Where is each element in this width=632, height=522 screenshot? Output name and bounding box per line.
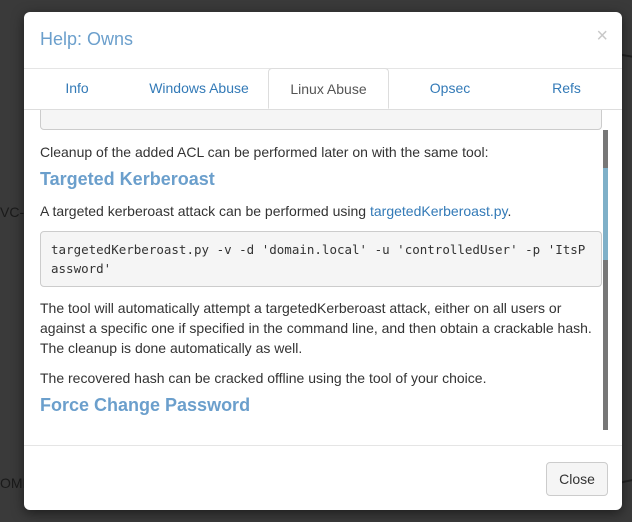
modal-body[interactable]: Cleanup of the added ACL can be performe… <box>24 110 622 444</box>
tab-refs[interactable]: Refs <box>511 68 622 109</box>
cleanup-paragraph: Cleanup of the added ACL can be performe… <box>40 144 489 160</box>
targeted-kerberoast-command: targetedKerberoast.py -v -d 'domain.loca… <box>40 231 602 287</box>
close-icon[interactable]: × <box>596 26 608 46</box>
tab-linux-abuse[interactable]: Linux Abuse <box>268 68 389 109</box>
modal-title: Help: Owns <box>40 29 134 49</box>
modal-footer: Close <box>24 445 622 510</box>
close-button[interactable]: Close <box>546 462 608 496</box>
tab-info[interactable]: Info <box>24 68 130 109</box>
targeted-intro-period: . <box>507 203 512 219</box>
modal-header: Help: Owns × <box>24 12 622 69</box>
content-scrollbar[interactable] <box>603 130 608 430</box>
recovered-hash-paragraph: The recovered hash can be cracked offlin… <box>40 370 487 386</box>
targeted-kerberoast-heading: Targeted Kerberoast <box>40 169 215 189</box>
help-modal: Help: Owns × Info Windows Abuse Linux Ab… <box>24 12 622 510</box>
tab-opsec[interactable]: Opsec <box>389 68 511 109</box>
auto-attack-paragraph: The tool will automatically attempt a ta… <box>40 300 592 356</box>
previous-code-block <box>40 110 602 130</box>
targeted-intro-text: A targeted kerberoast attack can be perf… <box>40 203 370 219</box>
scrollbar-thumb[interactable] <box>603 168 608 260</box>
targeted-intro-paragraph: A targeted kerberoast attack can be perf… <box>40 201 600 221</box>
targeted-kerberoast-link[interactable]: targetedKerberoast.py <box>370 203 508 219</box>
tab-windows-abuse[interactable]: Windows Abuse <box>130 68 268 109</box>
tab-bar: Info Windows Abuse Linux Abuse Opsec Ref… <box>24 68 622 110</box>
force-change-password-heading: Force Change Password <box>40 395 251 415</box>
